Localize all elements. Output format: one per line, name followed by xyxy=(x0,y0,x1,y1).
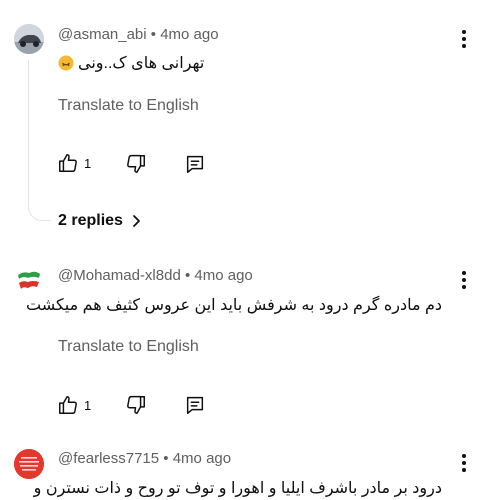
comment-time: • 4mo ago xyxy=(163,450,232,467)
comment-header: @asman_abi • 4mo ago xyxy=(58,26,219,43)
emoji-icon xyxy=(58,55,74,71)
more-options-button[interactable] xyxy=(454,451,474,475)
translate-link[interactable]: Translate to English xyxy=(58,338,199,356)
author-name[interactable]: @fearless7715 xyxy=(58,450,159,467)
comment-time: • 4mo ago xyxy=(150,26,219,43)
thread-line xyxy=(28,60,51,221)
avatar[interactable] xyxy=(14,449,44,479)
more-vertical-icon xyxy=(462,30,466,34)
replies-label: 2 replies xyxy=(58,212,123,229)
comment-time: • 4mo ago xyxy=(184,267,253,284)
thumb-down-icon xyxy=(127,395,145,414)
comment-body: دم مادره گرم درود به شرفش باید این عروس … xyxy=(25,297,442,314)
chevron-right-icon xyxy=(133,215,140,227)
comment-icon xyxy=(186,155,204,173)
comment-body: تهرانی های ک..ونی xyxy=(78,55,205,72)
more-vertical-icon xyxy=(462,271,466,275)
author-name[interactable]: @asman_abi xyxy=(58,26,147,43)
avatar[interactable] xyxy=(14,24,44,54)
comment-text: تهرانی های ک..ونی xyxy=(58,53,204,73)
comment-icon xyxy=(186,396,204,414)
like-button[interactable]: 1 xyxy=(57,394,91,416)
replies-toggle[interactable]: 2 replies xyxy=(58,212,143,230)
reply-button[interactable] xyxy=(184,153,206,175)
comment-header: @fearless7715 • 4mo ago xyxy=(58,450,231,467)
dislike-button[interactable] xyxy=(125,153,147,175)
dislike-button[interactable] xyxy=(125,394,147,416)
more-options-button[interactable] xyxy=(454,27,474,51)
thumb-down-icon xyxy=(127,154,145,173)
comment-header: @Mohamad-xl8dd • 4mo ago xyxy=(58,267,253,284)
avatar[interactable] xyxy=(15,266,43,294)
like-count: 1 xyxy=(84,155,92,171)
thumb-up-icon xyxy=(59,396,77,414)
thumb-up-icon xyxy=(59,154,77,172)
more-vertical-icon xyxy=(462,454,466,458)
like-button[interactable]: 1 xyxy=(57,152,91,174)
translate-link[interactable]: Translate to English xyxy=(58,97,199,115)
more-options-button[interactable] xyxy=(454,268,474,292)
comment-body: درود بر مادر باشرف ایلیا و اهورا و توف ت… xyxy=(33,480,442,497)
reply-button[interactable] xyxy=(184,394,206,416)
author-name[interactable]: @Mohamad-xl8dd xyxy=(58,267,181,284)
like-count: 1 xyxy=(84,397,92,413)
